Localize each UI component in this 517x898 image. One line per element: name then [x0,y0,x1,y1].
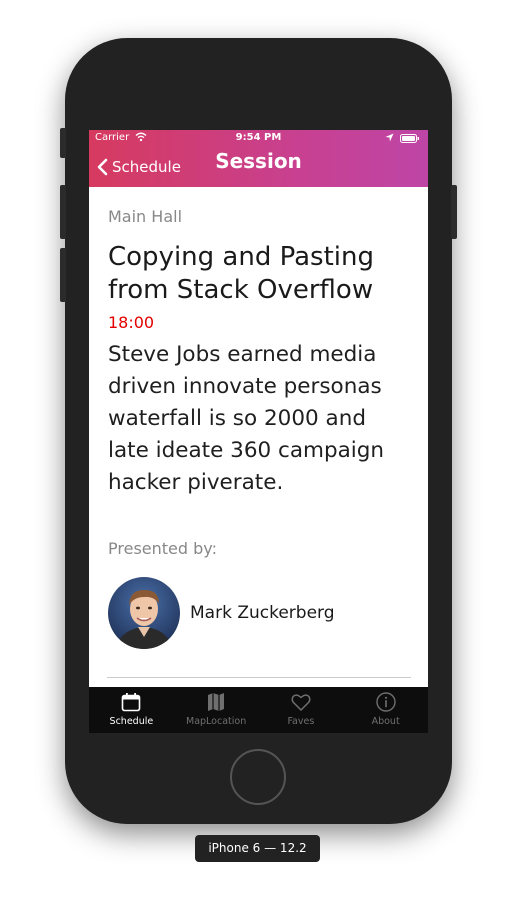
description-line: late ideate 360 campaign [108,438,385,463]
speaker-row[interactable]: Mark Zuckerberg [108,577,413,649]
speaker-avatar [108,577,180,649]
heart-icon [291,694,311,711]
navigation-bar: Carrier 9:54 PM Schedule Session [89,130,428,187]
presented-by-label: Presented by: [108,539,217,558]
tab-label: MapLocation [186,716,247,727]
session-room: Main Hall [108,207,183,226]
screen: Carrier 9:54 PM Schedule Session Main Ha… [89,130,428,733]
session-title: Copying and Pasting from Stack Overflow [108,241,413,307]
description-line: driven innovate personas [108,374,382,399]
volume-up-button [60,185,66,239]
power-button [451,185,457,239]
home-button[interactable] [230,749,286,805]
session-description: Steve Jobs earned media driven innovate … [108,339,413,499]
calendar-icon [122,693,141,712]
status-time: 9:54 PM [235,132,282,143]
device-label: iPhone 6 — 12.2 [195,835,320,862]
tab-label: Faves [287,716,315,727]
volume-down-button [60,248,66,302]
description-line: hacker piverate. [108,470,284,495]
info-icon [375,692,396,712]
tab-bar: Schedule MapLocation Faves About [89,687,428,733]
description-line: waterfall is so 2000 and [108,406,366,431]
tab-label: Schedule [109,716,154,727]
session-title-line: Copying and Pasting [108,242,374,272]
chevron-left-icon [97,158,108,176]
mute-switch [60,128,66,158]
session-title-line: from Stack Overflow [108,275,374,305]
back-button-label: Schedule [112,158,181,176]
back-button[interactable]: Schedule [97,156,181,178]
tab-about[interactable]: About [343,687,428,733]
divider [107,677,411,678]
session-detail: Main Hall Copying and Pasting from Stack… [108,187,413,649]
speaker-name: Mark Zuckerberg [190,603,335,623]
tab-schedule[interactable]: Schedule [89,687,174,733]
tab-faves[interactable]: Faves [259,687,344,733]
session-time: 18:00 [108,313,155,332]
tab-maplocation[interactable]: MapLocation [174,687,259,733]
avatar-image [108,577,180,649]
map-icon [208,693,225,711]
battery-icon [400,134,419,143]
location-arrow-icon [385,133,394,142]
tab-label: About [371,716,400,727]
description-line: Steve Jobs earned media [108,342,377,367]
